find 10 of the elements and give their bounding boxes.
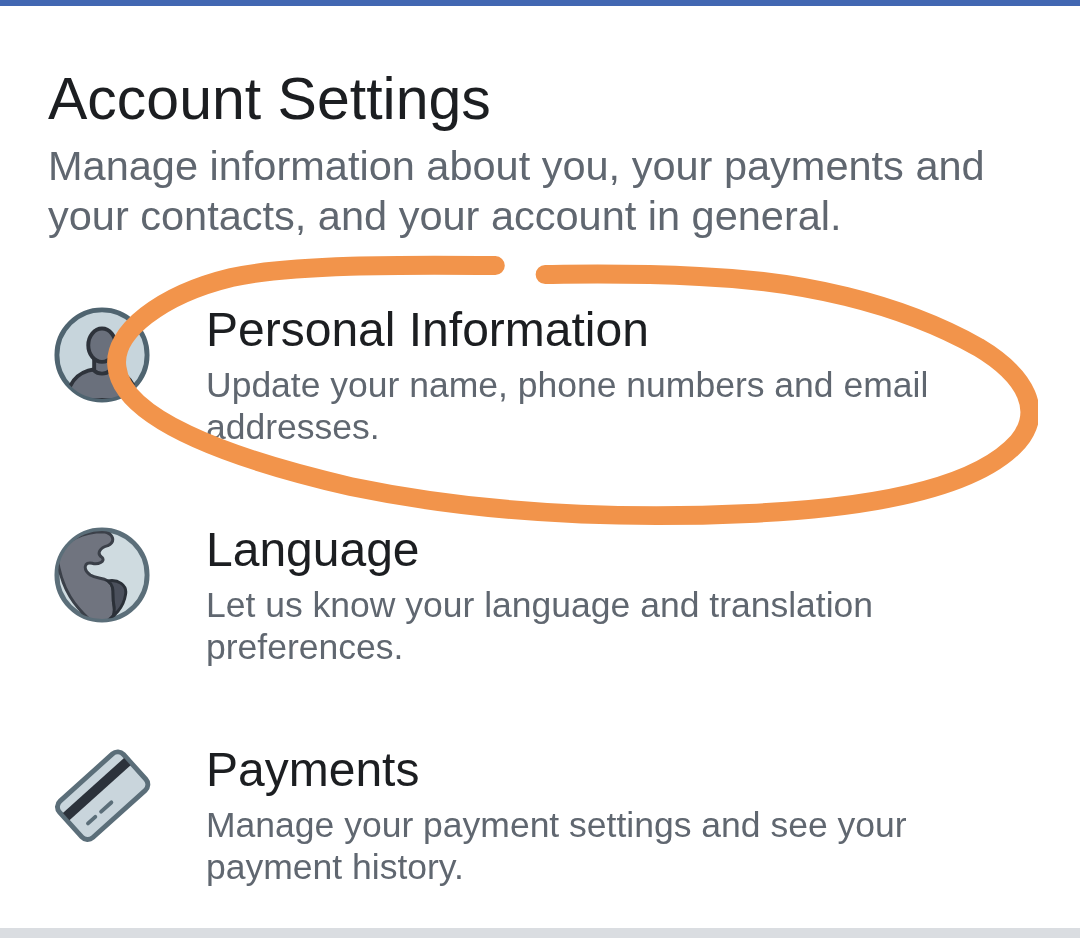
settings-item-title[interactable]: Personal Information: [206, 302, 649, 358]
settings-item-description: Update your name, phone numbers and email addresses.: [206, 364, 930, 448]
settings-item-description: Let us know your language and translation preferences.: [206, 584, 875, 668]
page-title: Account Settings: [48, 65, 492, 134]
person-icon: [53, 306, 151, 404]
settings-item-title[interactable]: Language: [206, 522, 420, 578]
globe-icon: [53, 526, 151, 624]
settings-item-title[interactable]: Payments: [206, 742, 420, 798]
page-description: Manage information about you, your payments and your contacts, and your account in general.: [48, 141, 986, 241]
settings-item-description: Manage your payment settings and see your payment history.: [206, 804, 908, 888]
